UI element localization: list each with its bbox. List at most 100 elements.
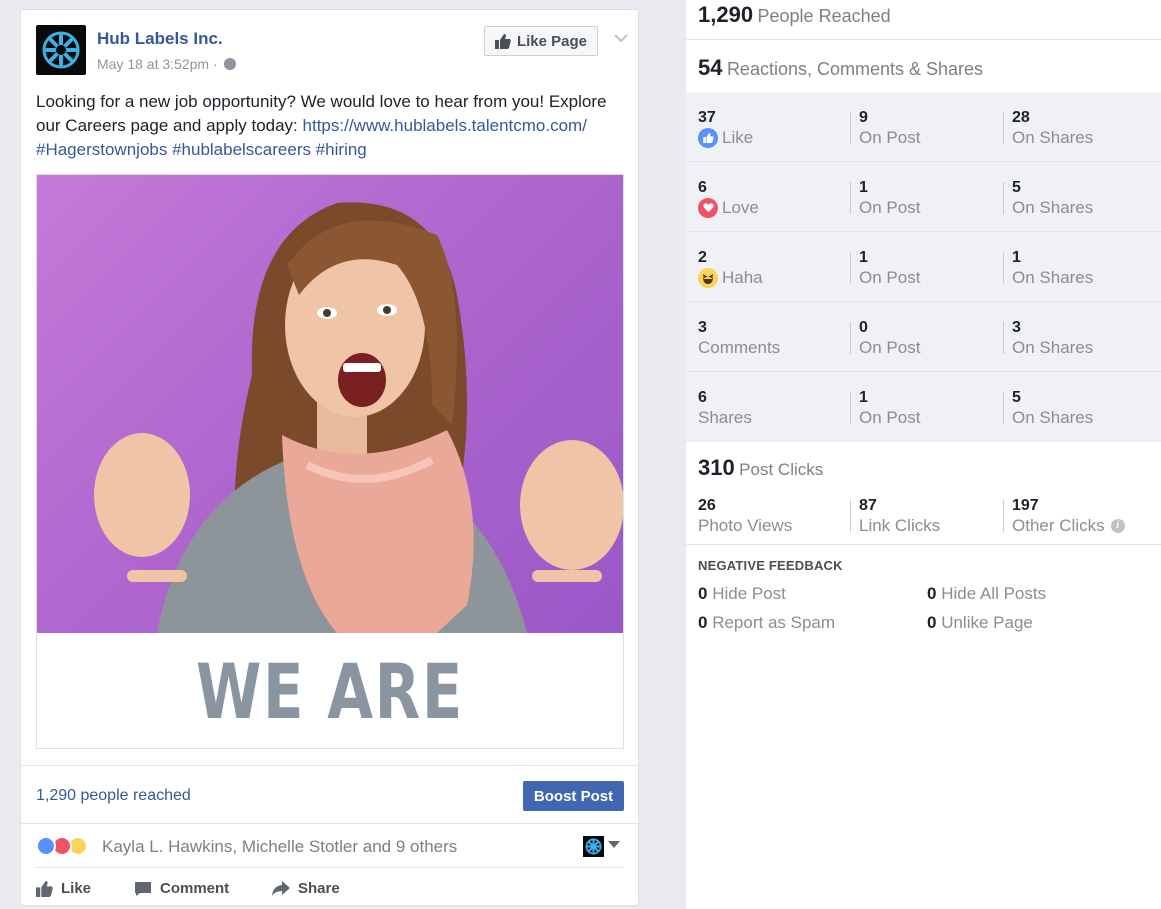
love-on-post: 1 [859, 179, 868, 196]
on-shares-label: On Shares [1012, 268, 1094, 287]
stat-row-like: 37 Like 9 On Post 28 On Shares [686, 92, 1161, 162]
unlike-page-count: 0 [927, 613, 937, 632]
engagement-label: Reactions, Comments & Shares [726, 59, 984, 79]
like-action-label: Like [61, 880, 92, 897]
woman-photo-illustration [94, 202, 623, 633]
hide-post-count: 0 [698, 584, 708, 603]
haha-label: Haha [722, 268, 763, 287]
comments-total: 3 [698, 319, 707, 336]
like-action-button[interactable]: Like [36, 880, 91, 897]
post-card: Hub Labels Inc. May 18 at 3:52pm · Like … [20, 9, 639, 906]
date-separator: · [212, 56, 218, 72]
haha-on-post: 1 [859, 249, 868, 266]
post-clicks-breakdown: 26 Photo Views 87 Link Clicks 197 Other Cl… [686, 480, 1161, 545]
reach-bar: 1,290 people reached Boost Post [21, 765, 638, 824]
on-shares-label: On Shares [1012, 128, 1094, 147]
link-clicks-count: 87 [859, 497, 877, 514]
photo-views-count: 26 [698, 497, 716, 514]
people-reached-link[interactable]: 1,290 people reached [36, 787, 191, 805]
careers-link[interactable]: https://www.hublabels.talentcmo.com/ [303, 116, 587, 135]
like-page-button[interactable]: Like Page [484, 26, 598, 56]
stat-row-love: 6 Love 1 On Post 5 On Shares [686, 162, 1161, 232]
stat-row-shares: 6 Shares 1 On Post 5 On Shares [686, 372, 1161, 442]
on-post-label: On Post [859, 198, 921, 217]
other-clicks-label: Other Clicks [1012, 516, 1105, 535]
other-clicks-count: 197 [1012, 497, 1039, 514]
we-are-hiring-banner: WE ARE HIRING! [192, 647, 466, 748]
like-on-post: 9 [859, 109, 868, 126]
love-on-shares: 5 [1012, 179, 1021, 196]
shares-on-shares: 5 [1012, 389, 1021, 406]
post-header: Hub Labels Inc. May 18 at 3:52pm · Like … [36, 25, 628, 77]
post-photo[interactable]: WE ARE HIRING! [36, 174, 624, 749]
post-date-text: May 18 at 3:52pm [97, 56, 210, 72]
neg-report-spam: 0 Report as Spam [698, 613, 835, 633]
like-label: Like [722, 128, 754, 147]
shares-total: 6 [698, 389, 707, 406]
globe-icon [223, 58, 236, 70]
like-on-shares: 28 [1012, 109, 1030, 126]
page-avatar[interactable] [36, 25, 86, 75]
comment-action-label: Comment [160, 880, 230, 897]
post-clicks-header: 310 Post Clicks [698, 455, 823, 481]
hide-all-posts-label: Hide All Posts [941, 584, 1047, 603]
unlike-page-label: Unlike Page [941, 613, 1033, 632]
hub-logo-icon [585, 838, 602, 855]
shares-on-post: 1 [859, 389, 868, 406]
neg-hide-post: 0 Hide Post [698, 584, 786, 604]
like-reaction-icon [36, 836, 56, 856]
on-post-label: On Post [859, 128, 921, 147]
on-post-label: On Post [859, 408, 921, 427]
hide-all-posts-count: 0 [927, 584, 937, 603]
caret-down-icon[interactable] [608, 841, 620, 848]
post-body-text: Looking for a new job opportunity? We wo… [36, 90, 626, 162]
post-timestamp[interactable]: May 18 at 3:52pm · [97, 56, 236, 72]
comment-as-avatar[interactable] [583, 836, 604, 857]
negative-feedback-title: NEGATIVE FEEDBACK [698, 558, 843, 573]
haha-reaction-icon [698, 268, 718, 288]
stat-row-comments: 3 Comments 0 On Post 3 On Shares [686, 302, 1161, 372]
post-hashtags[interactable]: #Hagerstownjobs #hublabelscareers #hirin… [36, 140, 367, 159]
reactor-names[interactable]: Kayla L. Hawkins, Michelle Stotler and 9… [102, 837, 457, 857]
comments-on-shares: 3 [1012, 319, 1021, 336]
engagement-count: 54 [698, 55, 723, 80]
stat-row-haha: 2 Haha 1 On Post 1 On Shares [686, 232, 1161, 302]
post-actions: Like Comment Share [36, 876, 624, 906]
comment-icon [135, 881, 151, 896]
neg-hide-all-posts: 0 Hide All Posts [927, 584, 1046, 604]
on-shares-label: On Shares [1012, 198, 1094, 217]
reactions-summary[interactable]: Kayla L. Hawkins, Michelle Stotler and 9… [36, 832, 624, 868]
on-shares-label: On Shares [1012, 338, 1094, 357]
love-label: Love [722, 198, 759, 217]
haha-total: 2 [698, 249, 707, 266]
post-clicks-count: 310 [698, 455, 735, 480]
boost-post-button[interactable]: Boost Post [523, 781, 624, 811]
post-insights-panel: 1,290 People Reached 54 Reactions, Comme… [686, 0, 1161, 909]
info-icon[interactable]: i [1110, 519, 1125, 533]
page-name-link[interactable]: Hub Labels Inc. [97, 29, 223, 49]
thumbs-up-icon [36, 880, 53, 897]
comments-on-post: 0 [859, 319, 868, 336]
engagement-breakdown: 37 Like 9 On Post 28 On Shares 6 Love 1 On … [686, 92, 1161, 442]
comments-label: Comments [698, 338, 781, 357]
share-arrow-icon [272, 880, 290, 896]
post-options-chevron-icon[interactable] [610, 27, 632, 49]
share-action-label: Share [298, 880, 340, 897]
engagement-row: 54 Reactions, Comments & Shares [686, 40, 1161, 92]
on-post-label: On Post [859, 268, 921, 287]
post-clicks-label: Post Clicks [739, 460, 824, 479]
like-total: 37 [698, 109, 716, 126]
neg-unlike-page: 0 Unlike Page [927, 613, 1033, 633]
people-reached-row: 1,290 People Reached [686, 0, 1161, 40]
on-post-label: On Post [859, 338, 921, 357]
comment-action-button[interactable]: Comment [134, 880, 229, 897]
people-reached-label: People Reached [757, 6, 891, 26]
shares-label: Shares [698, 408, 752, 427]
share-action-button[interactable]: Share [272, 880, 340, 897]
hub-logo-icon [42, 31, 80, 69]
people-reached-count: 1,290 [698, 2, 754, 27]
link-clicks-label: Link Clicks [859, 516, 941, 535]
love-total: 6 [698, 179, 707, 196]
love-reaction-icon [698, 198, 718, 218]
hide-post-label: Hide Post [712, 584, 786, 603]
